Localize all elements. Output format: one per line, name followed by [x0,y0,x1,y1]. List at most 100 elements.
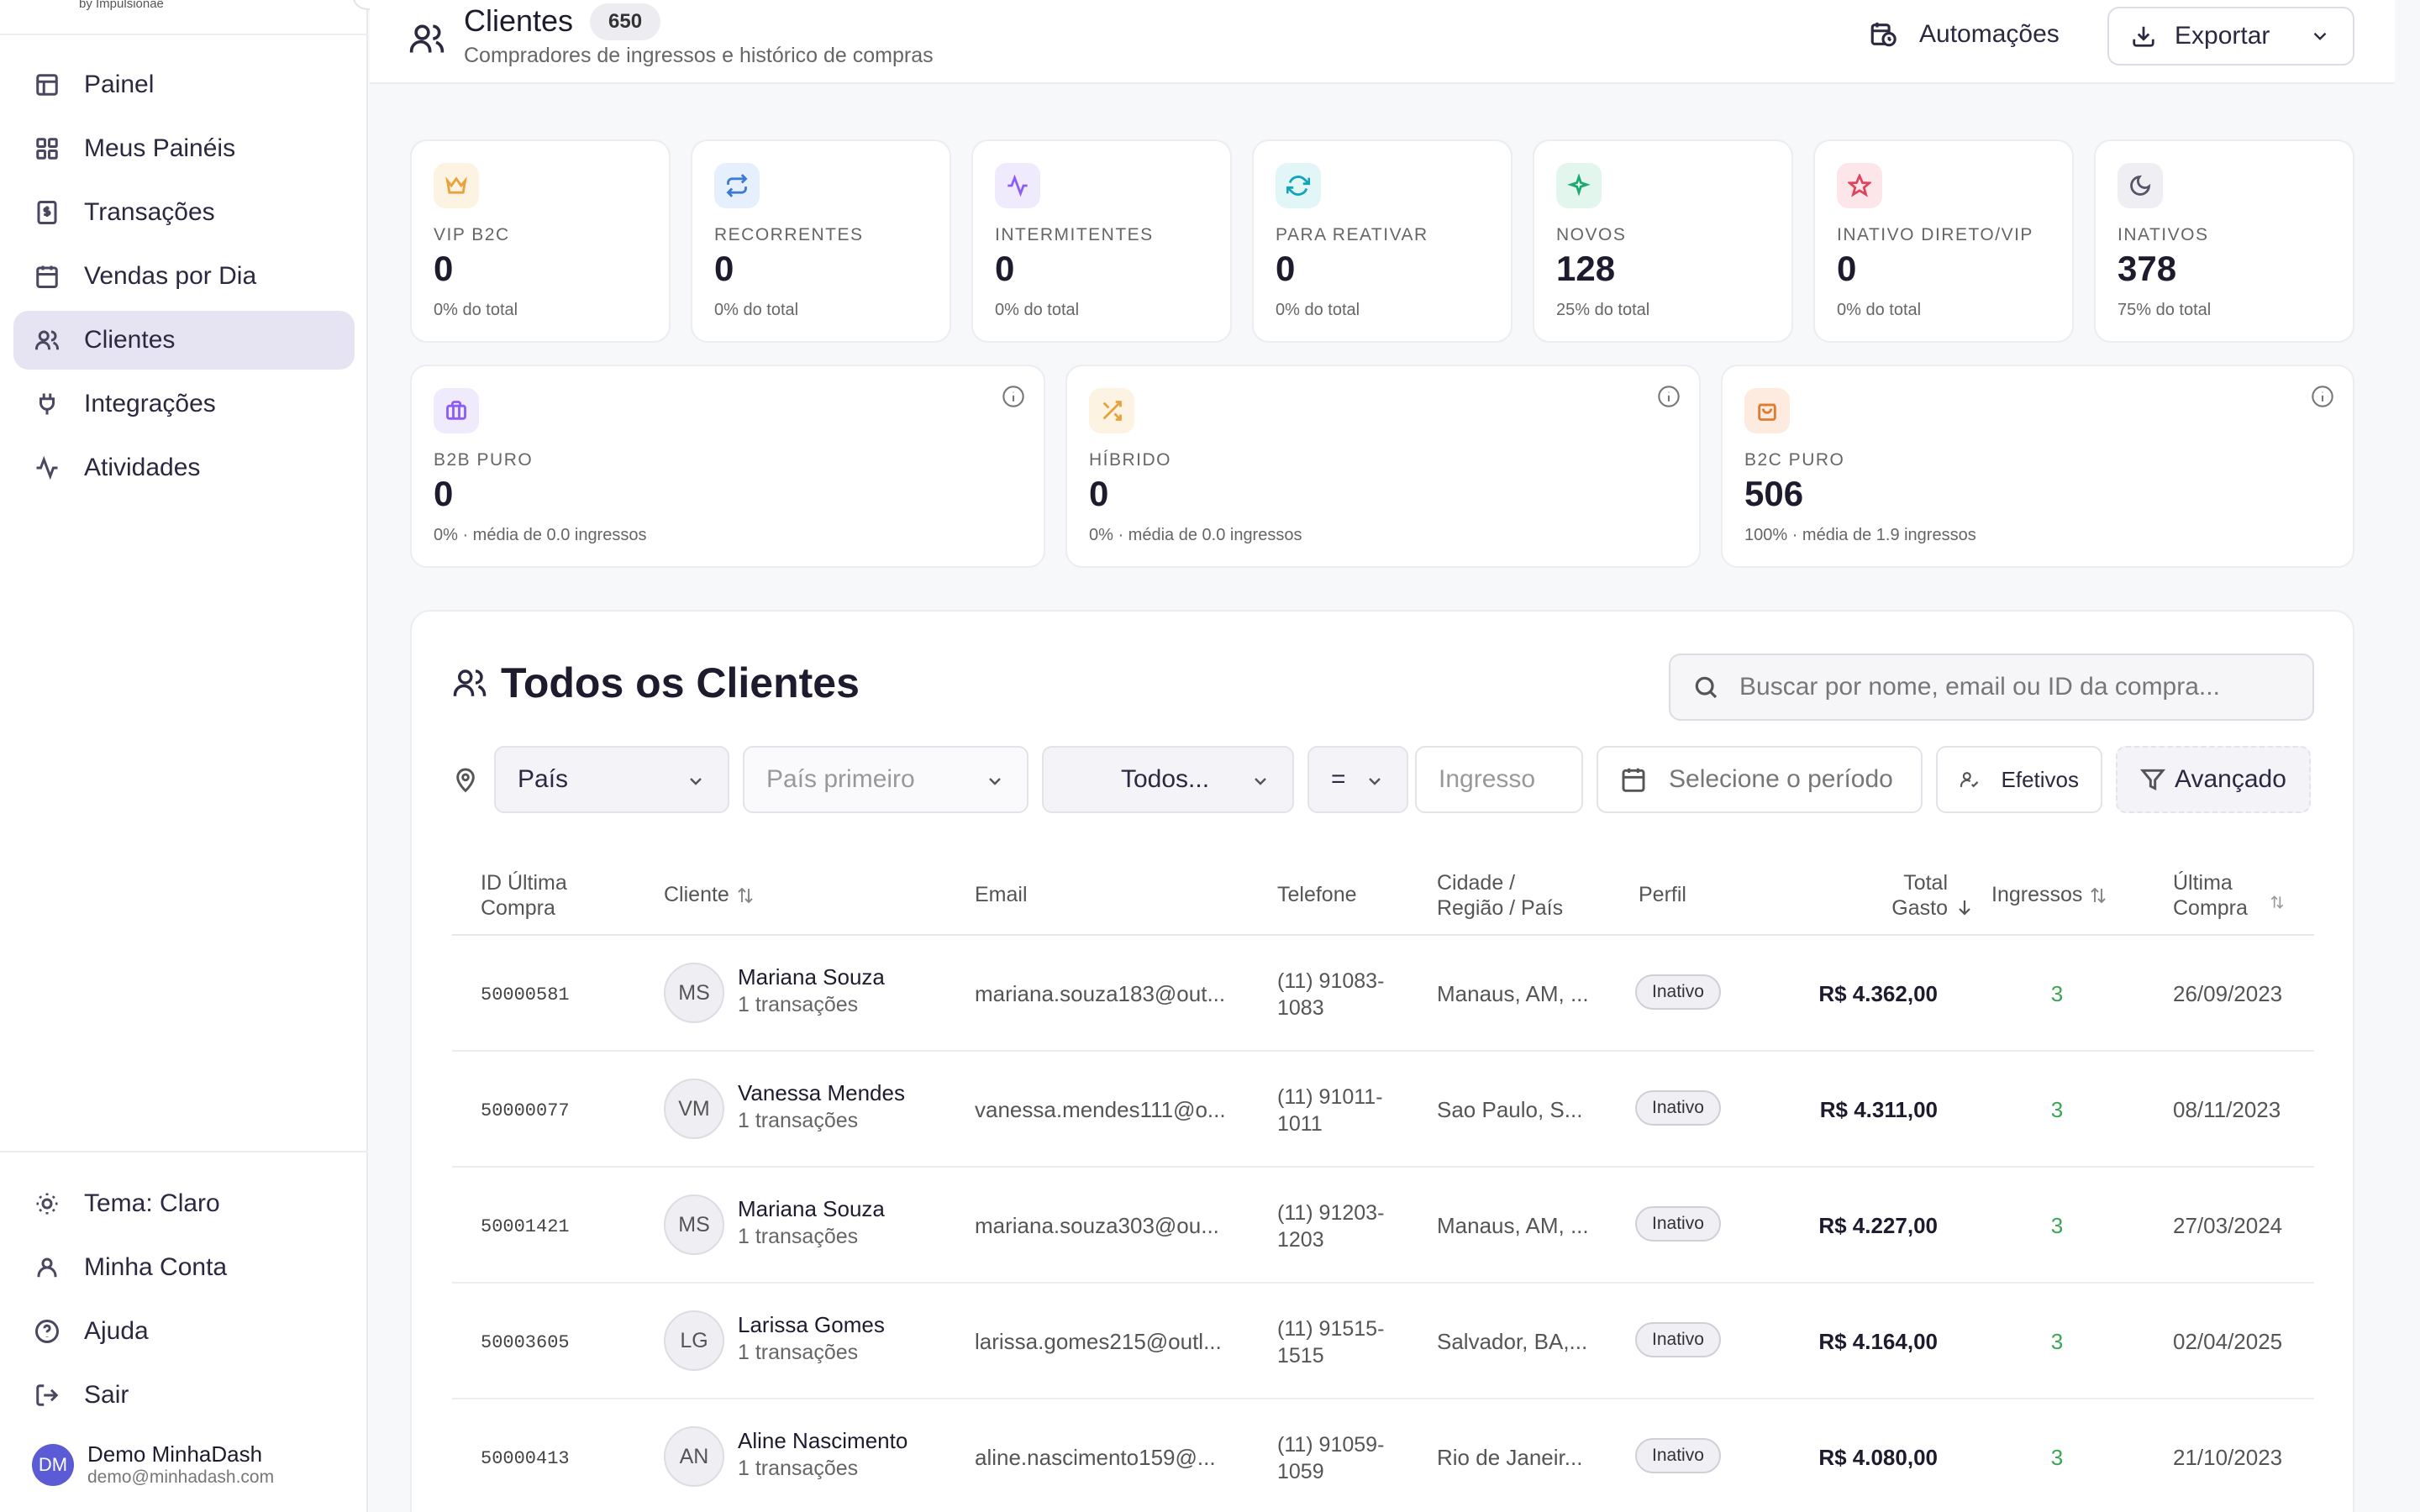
sidebar-item-integracoes[interactable]: Integrações [13,375,355,433]
users-icon [453,669,487,696]
status-badge: Inativo [1635,1438,1721,1473]
sidebar-item-label: Transações [84,198,215,226]
stat-card-inativos[interactable]: INATIVOS 378 75% do total [2094,139,2354,343]
country-first-select[interactable]: País primeiro [743,746,1028,813]
moon-icon [2118,163,2163,208]
row-id: 50000077 [481,1100,570,1121]
advanced-filter-button[interactable]: Avançado [2116,746,2311,813]
segment-sub: 100% · média de 1.9 ingressos [1744,526,1976,544]
stat-label: RECORRENTES [714,225,864,244]
user-check-icon [1960,772,1979,788]
row-transactions: 1 transações [738,1341,859,1364]
automations-button[interactable]: Automações [1869,20,2060,49]
sidebar-item-transacoes[interactable]: Transações [13,183,355,242]
row-last-purchase: 26/09/2023 [2173,981,2283,1006]
row-client-name: Vanessa Mendes [738,1080,905,1105]
stat-card-inativo-direto-vip[interactable]: INATIVO DIRETO/VIP 0 0% do total [1813,139,2074,343]
sort-icon [2091,887,2107,904]
col-header-last: Última Compra [2173,871,2248,920]
sidebar-nav: Painel Meus Painéis Transações Vendas po… [13,55,355,502]
table-row[interactable]: 50000077 VM Vanessa Mendes 1 transações … [452,1052,2314,1168]
stat-card-intermitentes[interactable]: INTERMITENTES 0 0% do total [971,139,1232,343]
stat-value: 0 [1837,249,1857,288]
layout-icon [34,71,60,98]
stat-card-para-reativar[interactable]: PARA REATIVAR 0 0% do total [1252,139,1512,343]
stat-label: PARA REATIVAR [1276,225,1428,244]
row-last-purchase: 08/11/2023 [2173,1097,2281,1122]
sidebar-item-atividades[interactable]: Atividades [13,438,355,497]
info-icon[interactable] [1657,385,1681,408]
row-city: Manaus, AM, ... [1437,981,1589,1006]
col-header-tickets-label: Ingressos [1991,883,2083,906]
sidebar-item-clientes[interactable]: Clientes [13,311,355,370]
sidebar-item-label: Ajuda [84,1317,149,1345]
stat-card-recorrentes[interactable]: RECORRENTES 0 0% do total [691,139,951,343]
avatar: MS [664,963,724,1023]
filter-icon [2139,769,2166,791]
row-phone: (11) 91515-1515 [1277,1317,1385,1368]
stat-sub: 25% do total [1556,301,1650,319]
country-select-value: País [518,765,569,793]
col-header-total[interactable]: Total Gasto [1847,870,1948,921]
shopping-bag-icon [1744,388,1790,433]
sidebar-item-painel[interactable]: Painel [13,55,355,114]
country-select[interactable]: País [494,746,729,813]
chevron-down-icon [1365,769,1385,790]
row-phone: (11) 91083-1083 [1277,969,1385,1020]
help-icon [34,1318,60,1345]
table-row[interactable]: 50000413 AN Aline Nascimento 1 transaçõe… [452,1399,2314,1512]
sidebar-item-label: Atividades [84,454,201,481]
export-label: Exportar [2175,22,2270,50]
table-row[interactable]: 50003605 LG Larissa Gomes 1 transações l… [452,1284,2314,1399]
repeat-icon [714,163,760,208]
segment-value: 0 [434,474,454,513]
stat-card-novos[interactable]: NOVOS 128 25% do total [1533,139,1793,343]
row-city: Salvador, BA,... [1437,1329,1588,1354]
filters-bar: País País primeiro Todos... = Ingresso S… [452,746,2317,815]
my-account-link[interactable]: Minha Conta [13,1238,355,1297]
stat-card-vip-b2c[interactable]: VIP B2C 0 0% do total [410,139,671,343]
sidebar-item-label: Painel [84,71,155,98]
info-icon[interactable] [1002,385,1025,408]
chevron-down-icon [2313,32,2327,40]
operator-select[interactable]: = [1307,746,1408,813]
row-transactions: 1 transações [738,1109,859,1132]
automations-label: Automações [1919,20,2060,48]
segment-card-b2c-puro[interactable]: B2C PURO 506 100% · média de 1.9 ingress… [1721,365,2354,568]
table-header: ID Última Compra Cliente Email Telefone … [452,855,2314,936]
page-header: Clientes 650 Compradores de ingressos e … [370,0,2395,84]
logout-button[interactable]: Sair [13,1366,355,1425]
sidebar-item-vendas-por-dia[interactable]: Vendas por Dia [13,247,355,306]
sidebar-item-label: Clientes [84,326,176,354]
panel-title: Todos os Clientes [452,659,860,707]
row-transactions: 1 transações [738,1225,859,1248]
all-select[interactable]: Todos... [1042,746,1294,813]
search-input[interactable] [1739,673,2277,701]
col-header-client[interactable]: Cliente [664,882,755,907]
sidebar: by Impulsionaê Painel Meus Painéis Trans… [0,0,383,1512]
row-email: vanessa.mendes111@o... [975,1097,1226,1122]
theme-toggle[interactable]: Tema: Claro [13,1174,355,1233]
table-row[interactable]: 50000581 MS Mariana Souza 1 transações m… [452,936,2314,1052]
advanced-label: Avançado [2175,765,2286,793]
help-link[interactable]: Ajuda [13,1302,355,1361]
user-profile[interactable]: DM Demo MinhaDash demo@minhadash.com [32,1441,274,1488]
avatar: DM [32,1443,74,1486]
export-button[interactable]: Exportar [2107,7,2354,66]
user-email: demo@minhadash.com [87,1467,275,1487]
sparkle-icon [1556,163,1602,208]
effective-filter-button[interactable]: Efetivos [1936,746,2102,813]
stat-value: 0 [995,249,1015,288]
segment-card-b2b-puro[interactable]: B2B PURO 0 0% · média de 0.0 ingressos [410,365,1045,568]
row-total: R$ 4.164,00 [1818,1329,1938,1354]
ticket-input[interactable]: Ingresso [1415,746,1583,813]
info-icon[interactable] [2311,385,2334,408]
col-header-city: Cidade / Região / País [1437,871,1564,920]
period-picker[interactable]: Selecione o período [1597,746,1923,813]
table-row[interactable]: 50001421 MS Mariana Souza 1 transações m… [452,1168,2314,1284]
sidebar-item-meus-paineis[interactable]: Meus Painéis [13,119,355,178]
stat-label: INTERMITENTES [995,225,1154,244]
col-header-tickets[interactable]: Ingressos [1991,882,2108,907]
pulse-icon [995,163,1040,208]
segment-card-hibrido[interactable]: HÍBRIDO 0 0% · média de 0.0 ingressos [1065,365,1701,568]
